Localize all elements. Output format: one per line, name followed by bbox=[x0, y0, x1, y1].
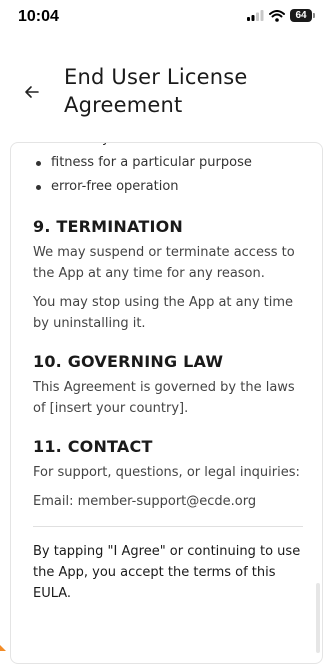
battery-level: 64 bbox=[290, 9, 312, 22]
back-arrow-icon[interactable] bbox=[22, 82, 42, 102]
contact-email: Email: member-support@ecde.org bbox=[33, 494, 257, 509]
eula-card: accuracy fitness for a particular purpos… bbox=[10, 142, 323, 664]
wifi-icon bbox=[269, 9, 285, 22]
warranty-bullet-list: accuracy fitness for a particular purpos… bbox=[33, 143, 303, 199]
section-paragraph: This Agreement is governed by the laws o… bbox=[33, 380, 295, 416]
agreement-notice: By tapping "I Agree" or continuing to us… bbox=[33, 544, 301, 601]
header: End User License Agreement bbox=[0, 58, 325, 130]
section-paragraph: For support, questions, or legal inquiri… bbox=[33, 465, 300, 480]
list-item: fitness for a particular purpose bbox=[33, 151, 303, 175]
section-heading-termination: 9. TERMINATION bbox=[33, 217, 184, 236]
list-item: accuracy bbox=[33, 143, 303, 151]
eula-content: accuracy fitness for a particular purpos… bbox=[33, 143, 303, 604]
scrollbar-thumb[interactable] bbox=[316, 583, 320, 653]
page-title: End User License Agreement bbox=[64, 65, 248, 117]
signal-icon bbox=[247, 10, 264, 21]
divider bbox=[33, 526, 303, 527]
section-paragraph: You may stop using the App at any time b… bbox=[33, 295, 294, 331]
status-time: 10:04 bbox=[18, 8, 59, 25]
scrollbar[interactable] bbox=[316, 583, 321, 663]
list-item: error-free operation bbox=[33, 175, 303, 199]
battery-icon: 64 bbox=[290, 9, 315, 22]
corner-accent bbox=[0, 645, 6, 651]
section-paragraph: We may suspend or terminate access to th… bbox=[33, 245, 295, 281]
eula-scroll-area[interactable]: accuracy fitness for a particular purpos… bbox=[11, 143, 322, 663]
status-icons: 64 bbox=[247, 9, 315, 22]
section-heading-contact: 11. CONTACT bbox=[33, 437, 153, 456]
status-bar: 10:04 64 bbox=[0, 0, 325, 36]
section-heading-governing-law: 10. GOVERNING LAW bbox=[33, 352, 224, 371]
